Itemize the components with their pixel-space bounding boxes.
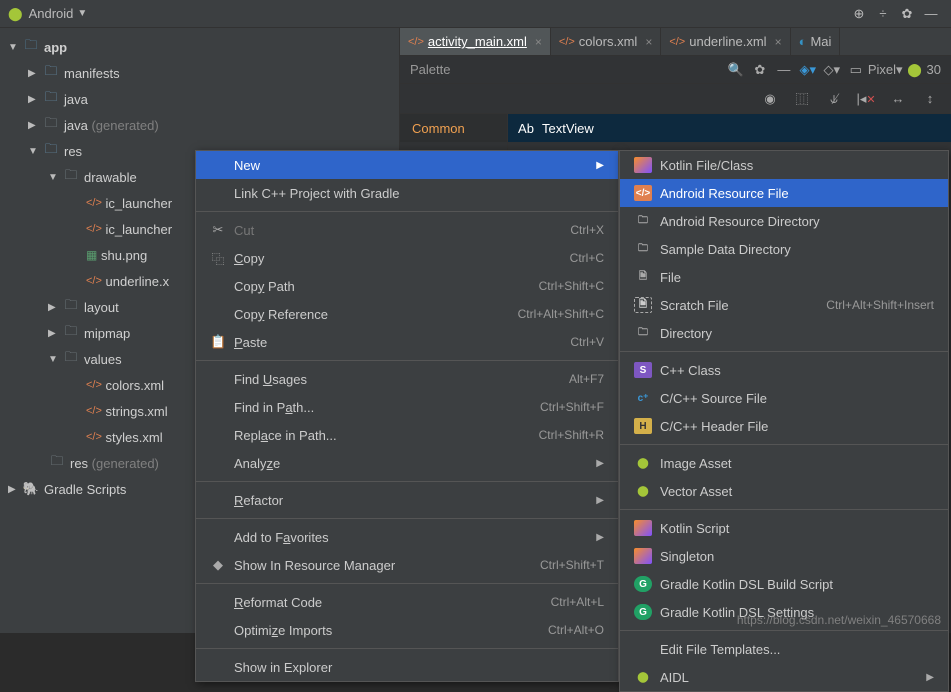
dropdown-arrow-icon: ▼ [77,8,87,19]
ctx-refactor[interactable]: Refactor▶ [196,486,618,514]
kotlin-icon: ◣ [634,548,652,564]
sub-edit-templates[interactable]: Edit File Templates... [620,635,948,663]
kotlin-icon: ◣ [634,520,652,536]
blank-icon [634,641,652,657]
ctx-paste[interactable]: 📋PasteCtrl+V [196,328,618,356]
project-toolbar: ⬤ Android ▼ ⊕ ÷ ✿ — [0,0,951,28]
ctx-reformat[interactable]: Reformat CodeCtrl+Alt+L [196,588,618,616]
tab-activity-main[interactable]: </>activity_main.xml× [400,28,551,55]
resize-v-icon[interactable]: ↕ [919,91,941,106]
sub-scratch-file[interactable]: 🗎Scratch FileCtrl+Alt+Shift+Insert [620,291,948,319]
api-level[interactable]: 30 [927,62,941,77]
ctx-find-usages[interactable]: Find UsagesAlt+F7 [196,365,618,393]
sub-android-resource-dir[interactable]: 🗀Android Resource Directory [620,207,948,235]
sub-cpp-source[interactable]: c⁺C/C++ Source File [620,384,948,412]
cpp-class-icon: S [634,362,652,378]
tree-java[interactable]: ▶🗀java [0,86,399,112]
gradle-icon: G [634,576,652,592]
goto-icon[interactable]: |◂✕ [855,91,877,107]
tab-underline[interactable]: </>underline.xml× [661,28,790,55]
file-icon: 🗎 [634,269,652,285]
scratch-icon: 🗎 [634,297,652,313]
layers-icon[interactable]: ◈▾ [796,62,820,78]
ctx-new[interactable]: New▶ [196,151,618,179]
tree-app[interactable]: ▼🗀app [0,34,399,60]
divide-icon[interactable]: ÷ [871,6,895,21]
ctx-link-cpp[interactable]: Link C++ Project with Gradle [196,179,618,207]
sub-file[interactable]: 🗎File [620,263,948,291]
palette-cat-common[interactable]: Common [400,114,507,142]
close-icon[interactable]: × [645,35,652,49]
ctx-find-in-path[interactable]: Find in Path...Ctrl+Shift+F [196,393,618,421]
android-icon: ⬤ [634,669,652,685]
sub-vector-asset[interactable]: ⬤Vector Asset [620,477,948,505]
ctx-copy-path[interactable]: Copy PathCtrl+Shift+C [196,272,618,300]
sub-kotlin-file[interactable]: ◣Kotlin File/Class [620,151,948,179]
android-icon: ⬤ [634,483,652,499]
header-icon: H [634,418,652,434]
folder-icon: 🗀 [634,325,652,341]
android-icon: ⬤ [8,6,23,22]
ctx-resource-manager[interactable]: ◆Show In Resource ManagerCtrl+Shift+T [196,551,618,579]
tab-colors[interactable]: </>colors.xml× [551,28,661,55]
ctx-copy[interactable]: ⿻CopyCtrl+C [196,244,618,272]
sub-android-resource-file[interactable]: </>Android Resource File [620,179,948,207]
disconnect-icon[interactable]: ⫝̸ [823,91,845,107]
cpp-icon: c⁺ [634,390,652,406]
xml-icon: </> [634,185,652,201]
ctx-analyze[interactable]: Analyze▶ [196,449,618,477]
folder-icon: 🗀 [634,213,652,229]
close-icon[interactable]: × [775,35,782,49]
ctx-optimize-imports[interactable]: Optimize ImportsCtrl+Alt+O [196,616,618,644]
sub-singleton[interactable]: ◣Singleton [620,542,948,570]
sub-gradle-build-script[interactable]: GGradle Kotlin DSL Build Script [620,570,948,598]
sub-image-asset[interactable]: ⬤Image Asset [620,449,948,477]
sub-directory[interactable]: 🗀Directory [620,319,948,347]
target-icon[interactable]: ⊕ [847,6,871,22]
sub-aidl[interactable]: ⬤AIDL▶ [620,663,948,691]
ctx-cut[interactable]: ✂CutCtrl+X [196,216,618,244]
sub-kotlin-script[interactable]: ◣Kotlin Script [620,514,948,542]
context-menu: New▶ Link C++ Project with Gradle ✂CutCt… [195,150,619,682]
ctx-copy-reference[interactable]: Copy ReferenceCtrl+Alt+Shift+C [196,300,618,328]
android-icon: ⬤ [634,455,652,471]
palette-item-textview[interactable]: AbTextView [508,114,951,142]
gradle-icon: G [634,604,652,620]
search-icon[interactable]: 🔍 [724,62,748,78]
sub-cpp-class[interactable]: SC++ Class [620,356,948,384]
sub-sample-data-dir[interactable]: 🗀Sample Data Directory [620,235,948,263]
ctx-show-explorer[interactable]: Show in Explorer [196,653,618,681]
minimize-icon[interactable]: — [772,62,796,77]
device-selector[interactable]: Pixel▾ [868,62,903,78]
eye-icon[interactable]: ◉ [759,91,781,107]
api-icon[interactable]: ⬤ [903,62,927,78]
editor-tabs: </>activity_main.xml× </>colors.xml× </>… [400,28,951,56]
minimize-icon[interactable]: — [919,6,943,21]
tab-main[interactable]: ◐Mai [791,28,841,55]
tree-java-generated[interactable]: ▶🗀java (generated) [0,112,399,138]
gear-icon[interactable]: ✿ [748,62,772,78]
new-submenu: ◣Kotlin File/Class </>Android Resource F… [619,150,949,692]
columns-icon[interactable]: ⿲ [791,89,813,108]
watermark: https://blog.csdn.net/weixin_46570668 [737,613,941,627]
folder-icon: 🗀 [634,241,652,257]
device-icon: ▭ [844,62,868,78]
ctx-add-favorites[interactable]: Add to Favorites▶ [196,523,618,551]
palette-title: Palette [410,62,450,77]
tree-manifests[interactable]: ▶🗀manifests [0,60,399,86]
settings-icon[interactable]: ✿ [895,6,919,22]
kotlin-icon: ◣ [634,157,652,173]
rotate-icon[interactable]: ◇▾ [820,62,844,78]
resize-h-icon[interactable]: ↔ [887,91,909,106]
project-view-selector[interactable]: Android [29,6,74,21]
close-icon[interactable]: × [535,35,542,49]
ctx-replace-in-path[interactable]: Replace in Path...Ctrl+Shift+R [196,421,618,449]
sub-cpp-header[interactable]: HC/C++ Header File [620,412,948,440]
